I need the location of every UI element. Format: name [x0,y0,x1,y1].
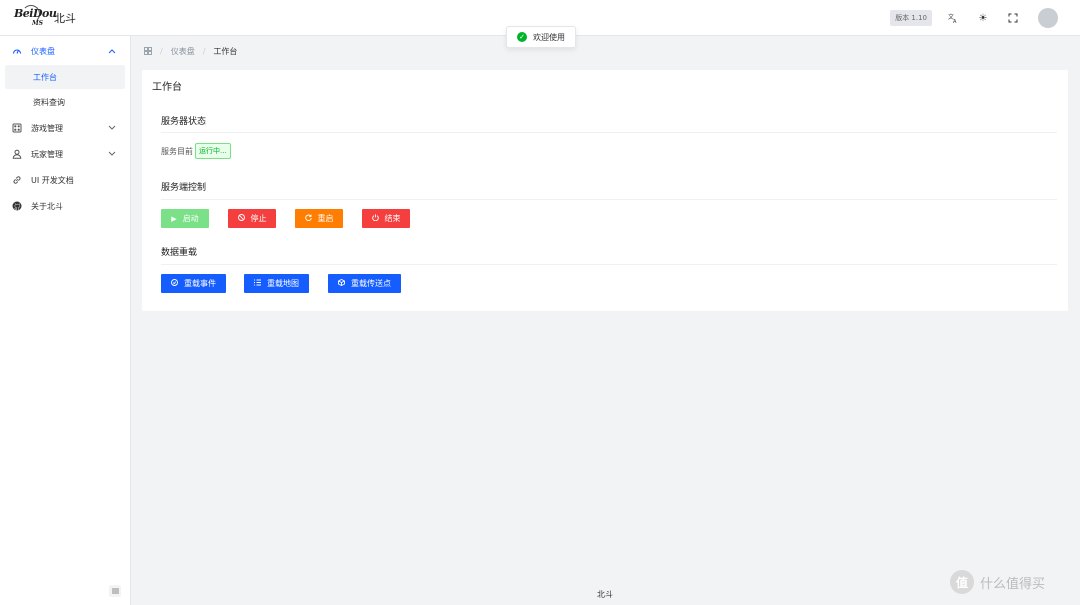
header-actions: 版本 1.10 文A ☀ [890,8,1058,28]
portal-icon [338,278,345,288]
footer-text: 北斗 [597,590,613,599]
link-icon [12,175,22,185]
sidebar-item-label: 仪表盘 [31,46,55,56]
button-label: 重载地图 [267,279,299,288]
watermark-text: 什么值得买 [980,576,1046,592]
breadcrumb-item-workbench: 工作台 [213,47,238,56]
sidebar-item-about[interactable]: 关于北斗 [0,193,130,219]
reload-events-button[interactable]: 重载事件 [161,274,226,293]
sidebar-item-ui-docs[interactable]: UI 开发文档 [0,167,130,193]
welcome-toast: ✓ 欢迎使用 [506,26,576,48]
button-label: 重载事件 [184,279,216,288]
button-label: 启动 [182,214,199,223]
sidebar-item-player-management[interactable]: 玩家管理 [0,141,130,167]
user-icon [12,149,22,159]
button-label: 重启 [317,214,334,223]
sidebar-item-label: 玩家管理 [31,149,63,159]
watermark: 值 什么值得买 [950,570,1045,594]
divider [161,132,1057,133]
server-status-row: 服务目前 运行中... [161,143,231,159]
sidebar-item-workbench[interactable]: 工作台 [5,65,125,89]
app-title: 北斗 [54,12,76,25]
success-check-icon: ✓ [517,32,527,42]
sidebar-item-label: 关于北斗 [31,201,63,211]
divider [161,264,1057,265]
server-control-title: 服务端控制 [161,183,207,193]
sidebar-collapse-button[interactable] [109,585,121,597]
server-status-label: 服务目前 [161,146,193,156]
user-avatar[interactable] [1038,8,1058,28]
logo-text: BeiDou [14,7,57,20]
dashboard-icon [12,46,22,56]
fullscreen-icon[interactable] [1006,11,1020,25]
breadcrumb: / 仪表盘 / 工作台 [144,46,237,57]
button-label: 结束 [384,214,401,223]
theme-icon[interactable]: ☀ [976,11,990,25]
reload-map-button[interactable]: 重载地图 [244,274,309,293]
grid-icon[interactable] [144,46,152,57]
watermark-logo: 值 [950,570,974,594]
divider [161,199,1057,200]
restart-icon [304,214,312,223]
sidebar-item-data-query[interactable]: 资料查询 [5,90,125,114]
chevron-down-icon [108,150,116,159]
breadcrumb-separator: / [160,47,163,56]
sidebar-item-dashboard[interactable]: 仪表盘 [0,38,130,64]
version-badge: 版本 1.10 [890,10,932,26]
power-icon [371,214,379,223]
chevron-up-icon [108,47,116,56]
chevron-down-icon [108,124,116,133]
card-title: 工作台 [152,82,182,93]
sidebar-item-label: 游戏管理 [31,123,63,133]
translate-icon[interactable]: 文A [946,11,960,25]
start-button[interactable]: ▶ 启动 [161,209,209,228]
sidebar: 仪表盘 工作台 资料查询 游戏管理 玩家管理 UI 开发文档 关于北斗 [0,36,131,605]
status-badge: 运行中... [195,143,231,159]
stop-icon [237,214,245,223]
game-icon [12,123,22,133]
sidebar-item-game-management[interactable]: 游戏管理 [0,115,130,141]
button-label: 停止 [250,214,267,223]
beidou-logo-mark: BeiDou MS [14,5,57,29]
github-icon [12,201,22,211]
stop-button[interactable]: 停止 [228,209,276,228]
breadcrumb-separator: / [202,47,206,56]
end-button[interactable]: 结束 [362,209,410,228]
data-reload-title: 数据重载 [161,248,198,258]
button-label: 重载传送点 [351,279,391,288]
reload-portals-button[interactable]: 重载传送点 [328,274,401,293]
logo-sub-text: MS [32,20,43,27]
map-list-icon [254,279,261,288]
toast-message: 欢迎使用 [533,32,565,42]
restart-button[interactable]: 重启 [295,209,343,228]
sidebar-item-label: UI 开发文档 [31,175,74,185]
breadcrumb-item-dashboard[interactable]: 仪表盘 [171,46,195,57]
svg-text:A: A [953,19,957,23]
event-icon [171,279,178,288]
server-status-title: 服务器状态 [161,117,207,127]
app-logo[interactable]: BeiDou MS 北斗 [14,5,76,29]
workbench-card: 工作台 服务器状态 服务目前 运行中... 服务端控制 ▶ 启动 停止 重启 结… [142,70,1068,311]
play-icon: ▶ [171,214,177,223]
